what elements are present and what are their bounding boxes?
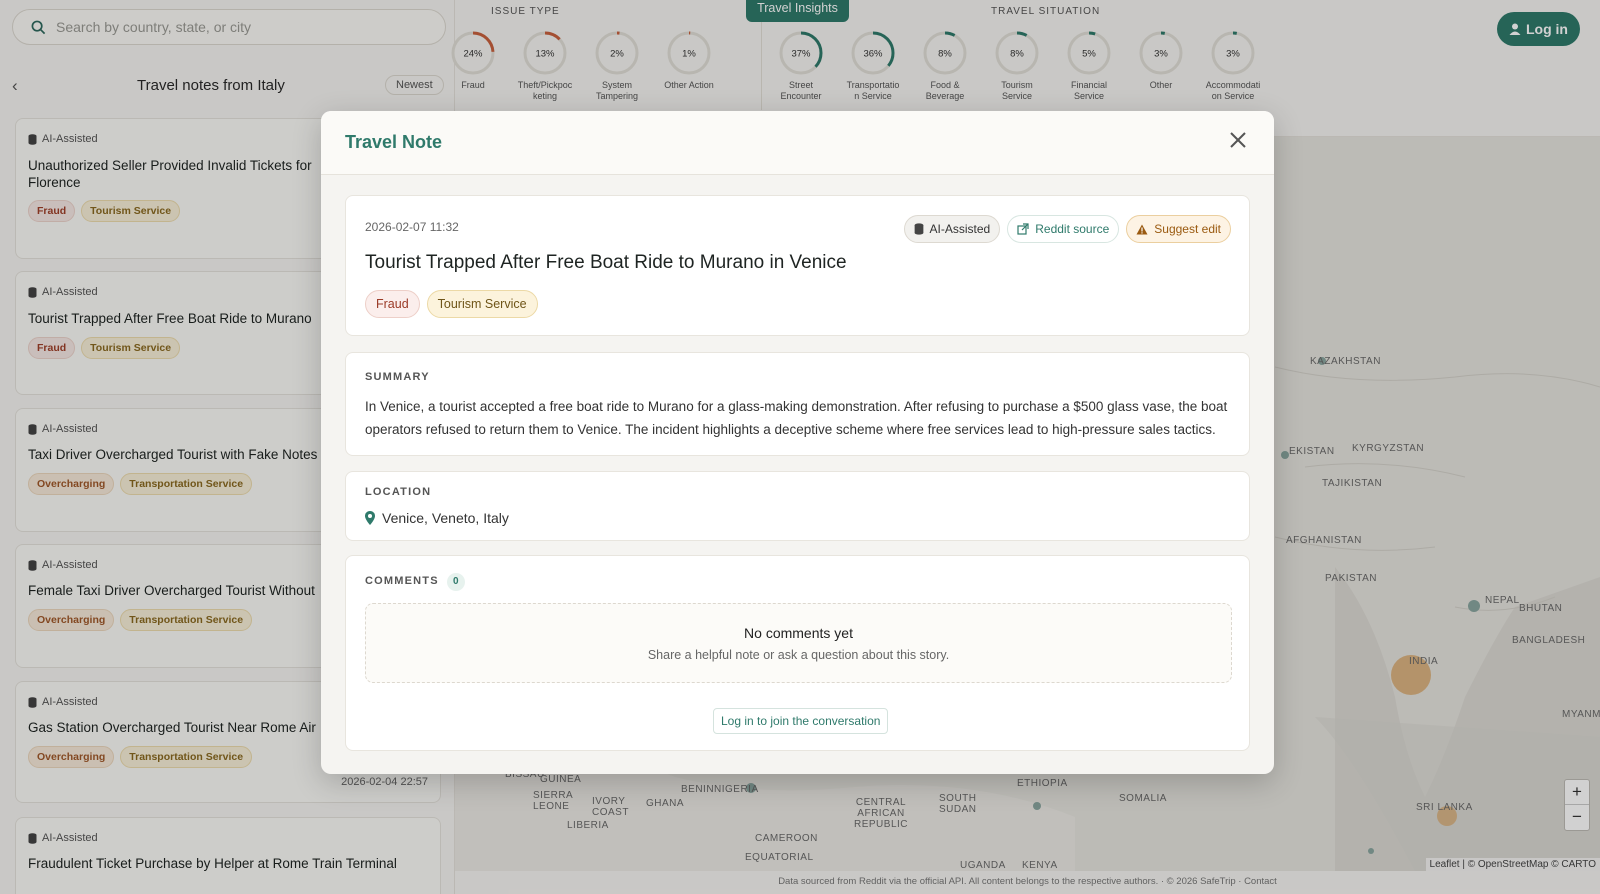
empty-comments-subtitle: Share a helpful note or ask a question a… [647, 648, 950, 662]
note-date: 2026-02-07 11:32 [365, 220, 459, 234]
database-icon [914, 223, 923, 235]
map-pin-icon [365, 511, 375, 525]
tag-fraud: Fraud [365, 290, 420, 318]
join-conversation-button[interactable]: Log in to join the conversation [713, 708, 889, 734]
location-panel: LOCATION Venice, Veneto, Italy [345, 471, 1250, 541]
comments-label: COMMENTS 0 [365, 573, 465, 591]
suggest-edit-button[interactable]: Suggest edit [1126, 215, 1231, 243]
external-link-icon [1017, 223, 1029, 235]
empty-comments-title: No comments yet [744, 625, 853, 641]
note-tags: Fraud Tourism Service [365, 290, 538, 318]
warning-icon [1136, 224, 1148, 234]
note-header-panel: 2026-02-07 11:32 AI-Assisted Reddit sour… [345, 195, 1250, 336]
location-label: LOCATION [365, 486, 432, 498]
comments-count: 0 [446, 573, 465, 591]
comments-panel: COMMENTS 0 No comments yet Share a helpfu… [345, 555, 1250, 751]
location-value: Venice, Veneto, Italy [365, 510, 509, 526]
empty-comments: No comments yet Share a helpful note or … [365, 603, 1232, 683]
note-title: Tourist Trapped After Free Boat Ride to … [365, 252, 847, 273]
travel-note-modal: Travel Note 2026-02-07 11:32 AI-Assisted… [321, 111, 1274, 774]
close-icon[interactable] [1226, 128, 1250, 152]
modal-title: Travel Note [345, 132, 443, 152]
modal-header: Travel Note [321, 111, 1274, 175]
reddit-source-link[interactable]: Reddit source [1007, 215, 1120, 243]
note-badges: AI-Assisted Reddit source Suggest edit [903, 215, 1231, 243]
summary-panel: SUMMARY In Venice, a tourist accepted a … [345, 352, 1250, 456]
summary-text: In Venice, a tourist accepted a free boa… [365, 399, 1228, 437]
tag-tourism-service: Tourism Service [426, 290, 538, 318]
summary-label: SUMMARY [365, 371, 430, 383]
ai-assisted-badge: AI-Assisted [903, 215, 1001, 243]
